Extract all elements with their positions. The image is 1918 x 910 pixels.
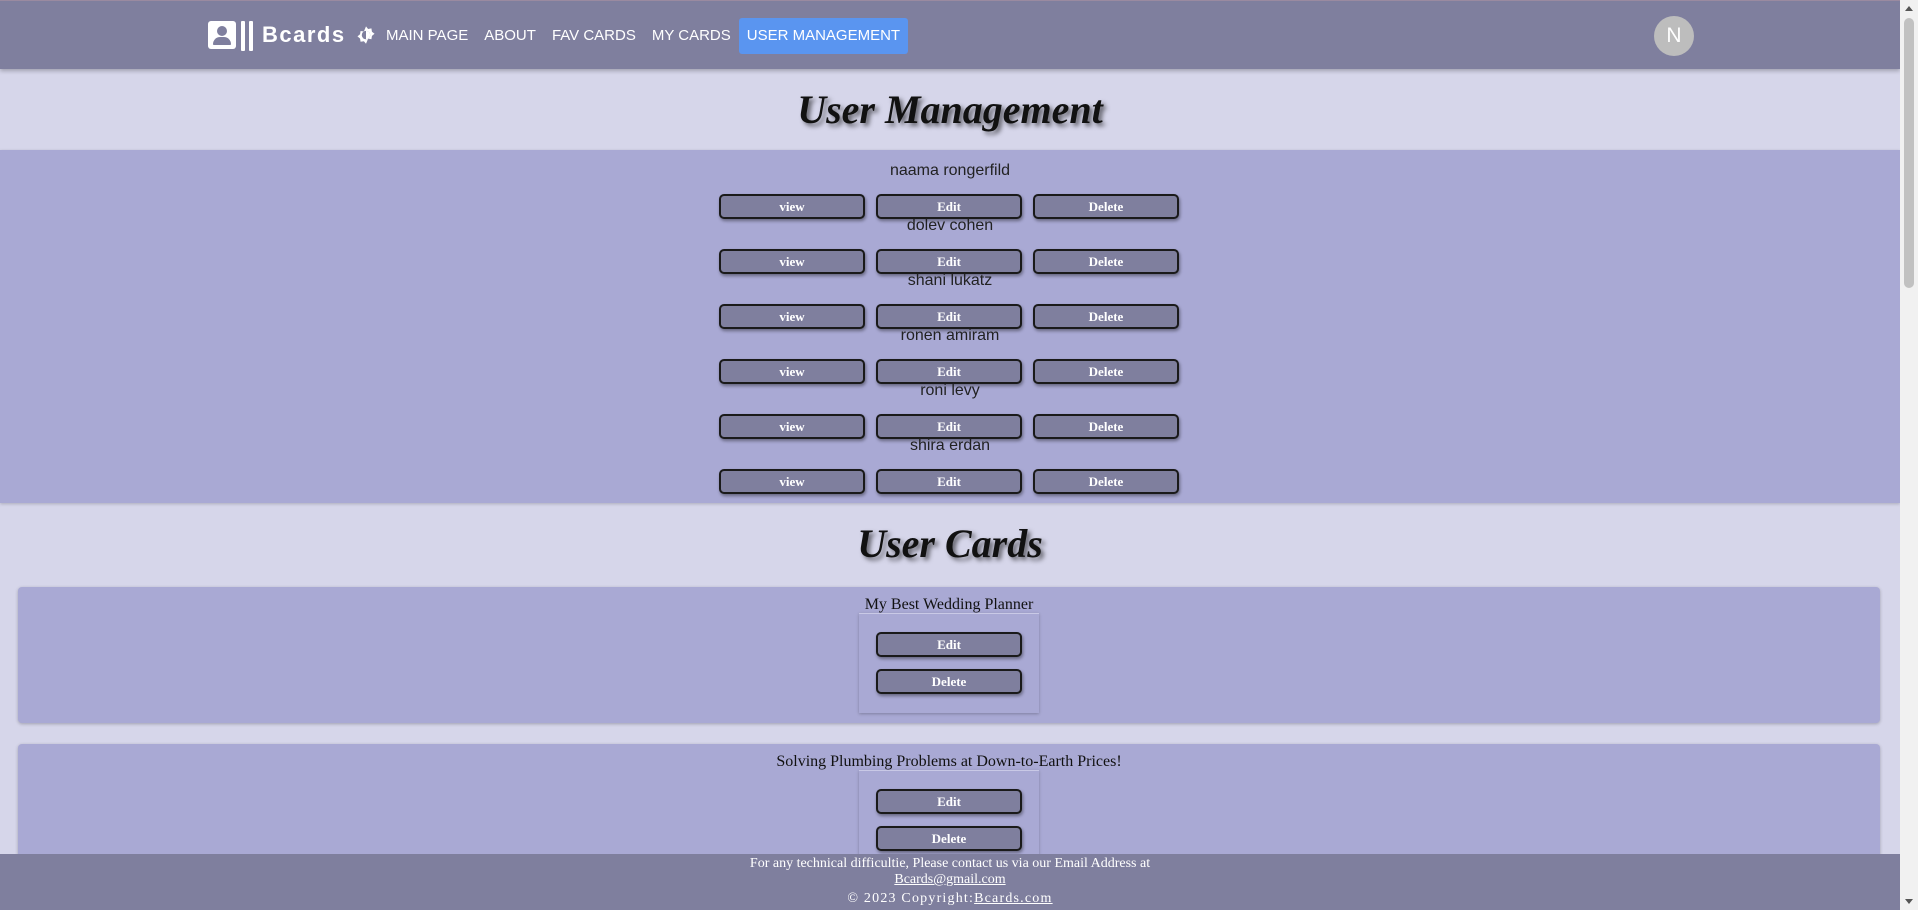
user-name: shira erdan (909, 437, 991, 454)
user-row: naama rongerfild view Edit Delete (0, 161, 1900, 219)
edit-card-button[interactable]: Edit (876, 789, 1022, 814)
user-name: roni levy (920, 382, 980, 399)
user-name: dolev cohen (906, 217, 994, 234)
card-panel (859, 613, 1039, 713)
avatar[interactable]: N (1654, 16, 1694, 56)
user-row: roni levy view Edit Delete (0, 381, 1900, 439)
user-list: naama rongerfild view Edit Delete dolev … (0, 150, 1900, 503)
logo-bar (249, 21, 253, 51)
scrollbar-thumb[interactable] (1904, 18, 1914, 288)
nav-my-cards[interactable]: MY CARDS (644, 18, 739, 54)
footer-site-link[interactable]: Bcards.com (974, 891, 1052, 906)
page-title: User Management (797, 87, 1103, 132)
account-box-icon[interactable] (208, 21, 236, 49)
scrollbar[interactable] (1900, 0, 1918, 910)
nav-about[interactable]: ABOUT (476, 18, 544, 54)
card-title: Solving Plumbing Problems at Down-to-Ear… (776, 753, 1122, 770)
nav-main-page[interactable]: MAIN PAGE (378, 18, 476, 54)
scroll-down-arrow-icon[interactable] (1905, 899, 1913, 904)
logo-bar (241, 21, 245, 51)
scroll-up-arrow-icon[interactable] (1905, 6, 1913, 11)
brand-name[interactable]: Bcards (262, 22, 346, 48)
delete-card-button[interactable]: Delete (876, 826, 1022, 851)
delete-card-button[interactable]: Delete (876, 669, 1022, 694)
user-row: dolev cohen view Edit Delete (0, 216, 1900, 274)
footer-copyright: © 2023 Copyright:Bcards.com (0, 890, 1900, 908)
user-row: ronen amiram view Edit Delete (0, 326, 1900, 384)
edit-user-button[interactable]: Edit (876, 469, 1022, 494)
user-name: ronen amiram (900, 327, 1000, 344)
footer: For any technical difficultie, Please co… (0, 854, 1900, 910)
top-app-bar: Bcards MAIN PAGE ABOUT FAV CARDS MY CARD… (0, 0, 1900, 69)
user-name: naama rongerfild (889, 162, 1011, 179)
card-item: My Best Wedding Planner Edit Delete (18, 587, 1880, 723)
user-name: shani lukatz (907, 272, 993, 289)
card-title: My Best Wedding Planner (864, 596, 1034, 613)
user-row: shira erdan view Edit Delete (0, 436, 1900, 494)
user-row: shani lukatz view Edit Delete (0, 271, 1900, 329)
view-user-button[interactable]: view (719, 469, 865, 494)
delete-user-button[interactable]: Delete (1033, 469, 1179, 494)
edit-card-button[interactable]: Edit (876, 632, 1022, 657)
nav-user-management[interactable]: USER MANAGEMENT (738, 18, 909, 54)
copyright-text: © 2023 Copyright: (847, 891, 975, 906)
section-title: User Cards (857, 521, 1043, 566)
footer-email-link[interactable]: Bcards@gmail.com (894, 872, 1005, 887)
theme-toggle-icon[interactable] (355, 25, 377, 47)
main-nav: MAIN PAGE ABOUT FAV CARDS MY CARDS USER … (378, 18, 909, 54)
nav-fav-cards[interactable]: FAV CARDS (544, 18, 644, 54)
